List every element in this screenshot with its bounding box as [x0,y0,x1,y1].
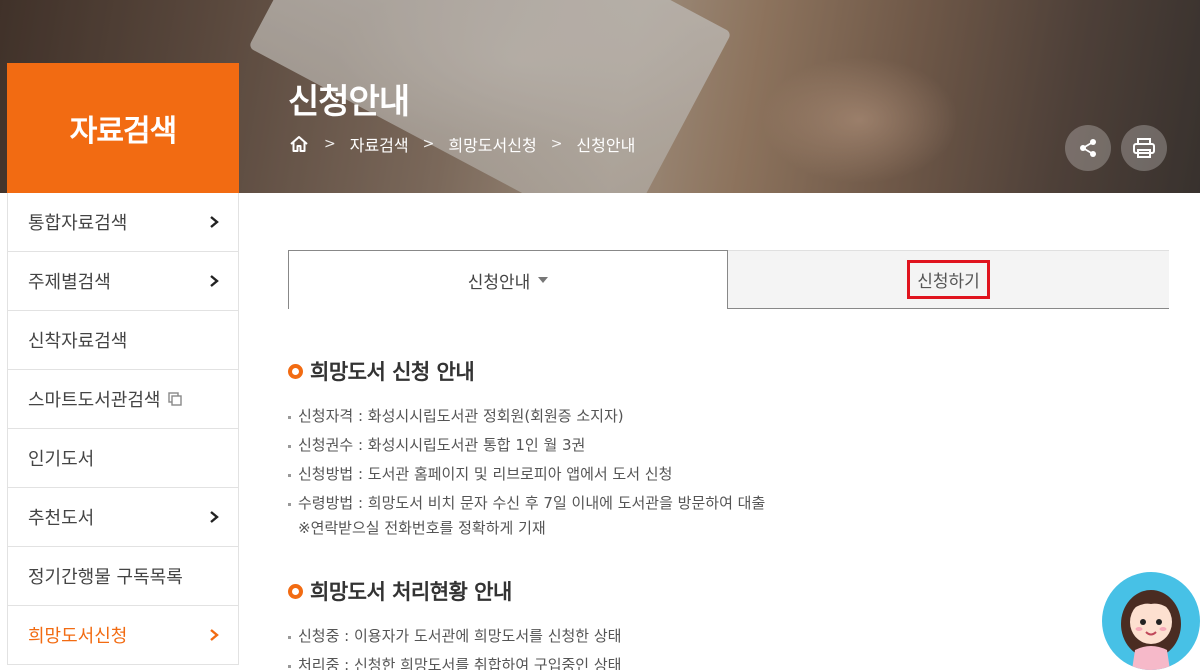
share-icon [1080,139,1096,157]
breadcrumb-separator: > [324,136,336,152]
sidebar-item-label: 인기도서 [28,449,95,470]
tab-label: 신청안내 [467,272,531,293]
sidebar-item-integrated-search[interactable]: 통합자료검색 [8,193,238,252]
tab-label: 신청하기 [907,260,990,299]
sidebar-item-label: 신착자료검색 [28,331,128,352]
sidebar-item-periodicals[interactable]: 정기간행물 구독목록 [8,547,238,606]
sidebar-item-label: 스마트도서관검색 [28,390,161,411]
list-item: 신청방법 : 도서관 홈페이지 및 리브로피아 앱에서 도서 신청 [288,460,765,489]
share-button[interactable] [1065,125,1111,171]
section-title: 희망도서 처리현황 안내 [288,576,621,606]
bullet-ring-icon [288,363,303,379]
sidebar-item-label: 통합자료검색 [28,213,128,234]
list-item: 신청자격 : 화성시시립도서관 정회원(회원증 소지자) [288,402,765,431]
caret-down-icon [538,277,549,283]
list-note: ※연락받으실 전화번호를 정확하게 기재 [298,519,546,537]
character-icon [1121,590,1181,670]
tab-apply[interactable]: 신청하기 [728,250,1169,309]
sidebar-item-subject-search[interactable]: 주제별검색 [8,252,238,311]
sidebar-item-label: 주제별검색 [28,272,111,293]
sidebar-heading: 자료검색 [7,63,239,193]
new-window-icon [168,392,183,406]
sidebar-item-recommended-books[interactable]: 추천도서 [8,488,238,547]
breadcrumb-item[interactable]: 자료검색 [350,132,409,156]
breadcrumb-item[interactable]: 희망도서신청 [448,132,536,156]
section-request-guide: 희망도서 신청 안내 신청자격 : 화성시시립도서관 정회원(회원증 소지자) … [288,356,765,542]
mascot-avatar[interactable] [1102,572,1200,670]
section-status-guide: 희망도서 처리현황 안내 신청중 : 이용자가 도서관에 희망도서를 신청한 상… [288,576,621,670]
breadcrumb-item-current: 신청안내 [576,136,636,155]
list-item: 신청중 : 이용자가 도서관에 희망도서를 신청한 상태 [288,622,621,651]
sidebar-item-label: 추천도서 [28,508,95,529]
home-icon[interactable] [288,133,310,155]
print-icon [1133,138,1155,158]
info-list: 신청중 : 이용자가 도서관에 희망도서를 신청한 상태 처리중 : 신청한 희… [288,622,621,670]
content-tabs: 신청안내 신청하기 [288,250,1169,309]
tab-application-guide[interactable]: 신청안내 [288,250,728,309]
info-list: 신청자격 : 화성시시립도서관 정회원(회원증 소지자) 신청권수 : 화성시시… [288,402,765,542]
sidebar-menu: 통합자료검색 주제별검색 신착자료검색 스마트도서관검색 인기도서 추천도서 정… [7,193,239,665]
print-button[interactable] [1121,125,1167,171]
sidebar-item-label: 정기간행물 구독목록 [28,567,183,588]
sidebar-item-new-arrivals[interactable]: 신착자료검색 [8,311,238,370]
sidebar-item-hope-book-request[interactable]: 희망도서신청 [8,606,238,665]
chevron-right-icon [208,628,220,642]
breadcrumb: > 자료검색 > 희망도서신청 > 신청안내 [288,132,635,156]
bullet-ring-icon [288,583,303,599]
page-title: 신청안내 [288,82,410,122]
list-item: 처리중 : 신청한 희망도서를 취합하여 구입중인 상태 [288,651,621,670]
breadcrumb-separator: > [550,136,563,152]
list-item: 수령방법 : 희망도서 비치 문자 수신 후 7일 이내에 도서관을 방문하여 … [288,489,765,518]
chevron-right-icon [208,215,220,229]
breadcrumb-separator: > [422,136,435,152]
chevron-right-icon [208,510,220,524]
section-title: 희망도서 신청 안내 [288,356,765,386]
list-item: 신청권수 : 화성시시립도서관 통합 1인 월 3권 [288,431,765,460]
chevron-right-icon [208,274,220,288]
sidebar-item-smart-library[interactable]: 스마트도서관검색 [8,370,238,429]
sidebar-item-label: 희망도서신청 [28,626,128,647]
sidebar-item-popular-books[interactable]: 인기도서 [8,429,238,488]
